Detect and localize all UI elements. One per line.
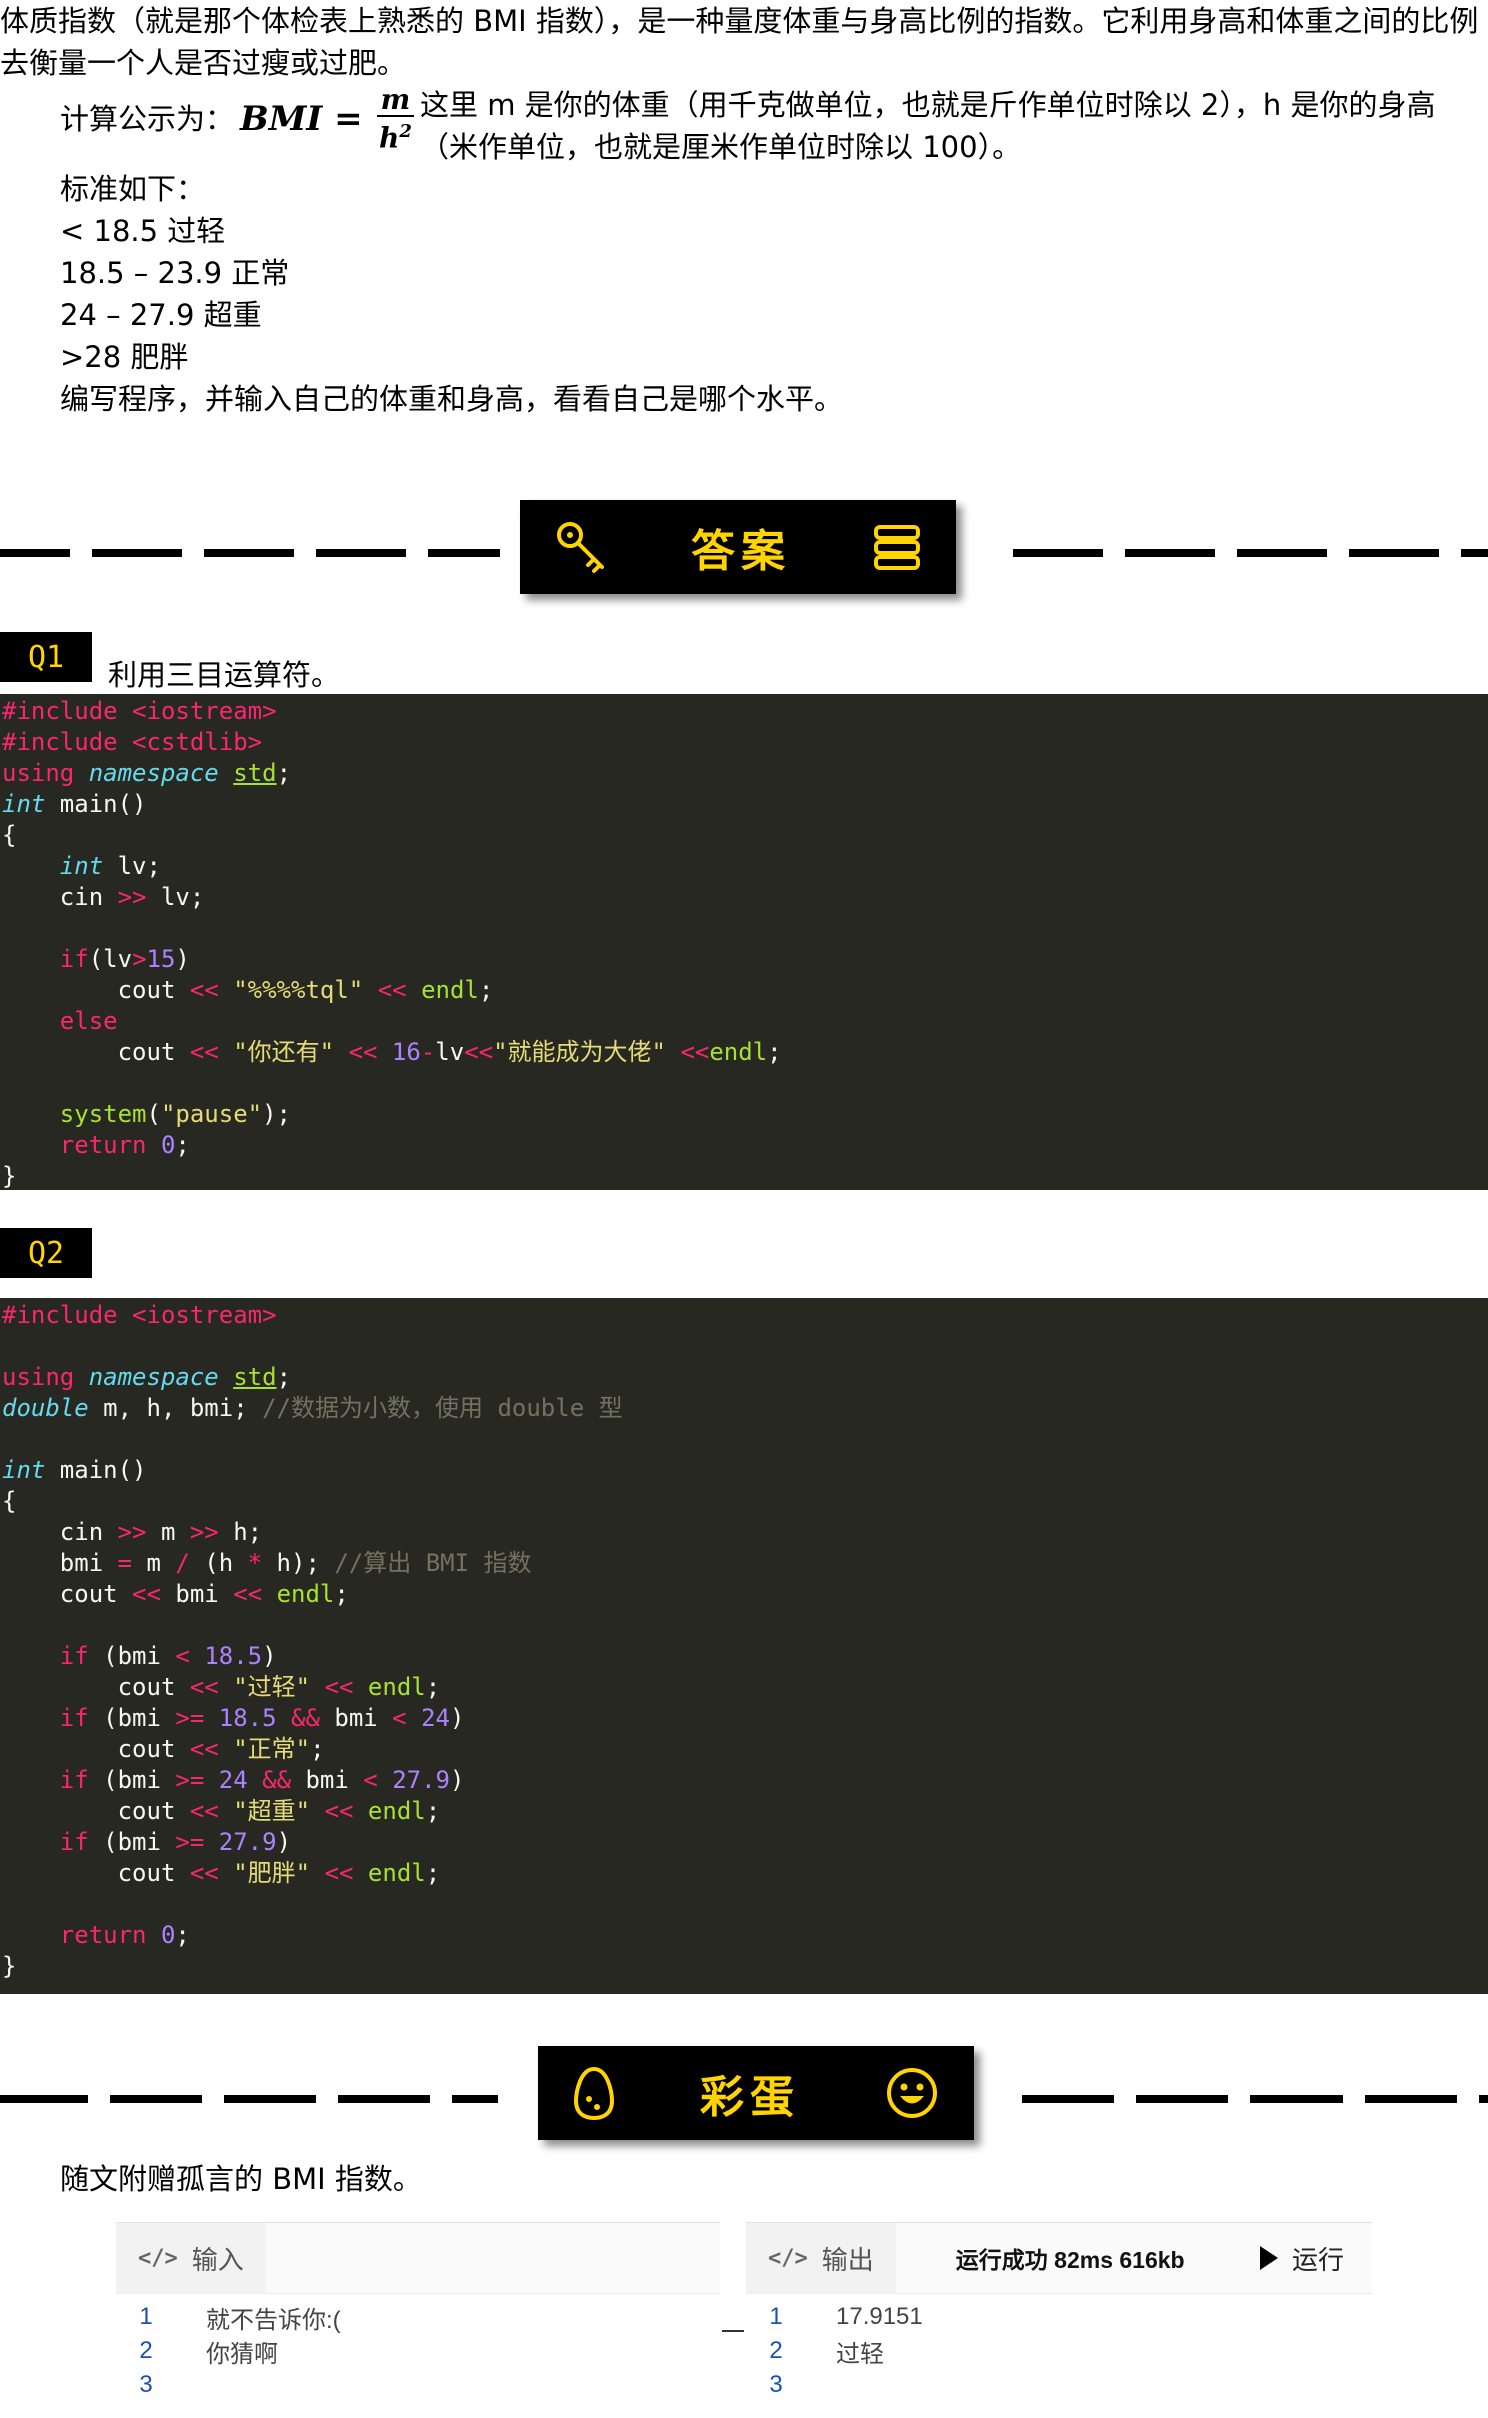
code-icon: </> (768, 2245, 808, 2271)
egg-divider: 彩蛋 (0, 2042, 1488, 2152)
input-panel: </> 输入 1 就不告诉你:(2 你猜啊 3 (116, 2222, 720, 2418)
key-icon (554, 519, 610, 575)
formula-fraction: m h2 (376, 84, 415, 155)
intro-section: 体质指数（就是那个体检表上熟悉的 BMI 指数），是一种量度体重与身高比例的指数… (0, 0, 1488, 420)
egg-banner: 彩蛋 (538, 2046, 974, 2140)
panel-row: 3 (769, 2371, 783, 2398)
panel-row: 3 (139, 2371, 153, 2398)
code-line: if (bmi >= 27.9) (59, 1828, 292, 1856)
tab-input[interactable]: </> 输入 (116, 2223, 266, 2293)
task-text: 编写程序，并输入自己的体重和身高，看看自己是哪个水平。 (60, 382, 844, 416)
tab-output[interactable]: </> 输出 (746, 2223, 896, 2293)
q1-code-block: #include <iostream> #include <cstdlib> usi… (0, 694, 1488, 1190)
code-line: cout << "肥胖" << endl; (2, 1859, 441, 1887)
output-panel: </> 输出 运行成功 82ms 616kb 运行 1 17.9151 2 过轻 3 (746, 2222, 1372, 2418)
answer-banner: 答案 (520, 500, 956, 594)
smiley-icon (884, 2065, 940, 2121)
panel-row: 1 17.9151 (769, 2303, 923, 2330)
standard-item: 18.5 – 23.9 正常 (60, 256, 290, 290)
code-line: cin >> lv; (2, 883, 205, 911)
q2-tag: Q2 (0, 1228, 92, 1278)
code-line: if(lv>15) (59, 945, 190, 973)
q1-tag: Q1 (0, 632, 92, 682)
egg-icon (572, 2065, 616, 2121)
code-line: using namespace std; (2, 759, 306, 787)
formula-prefix: 计算公示为： (60, 102, 235, 136)
panel-row: 2 你猜啊 (139, 2337, 278, 2368)
code-line: cout << "你还有" << 16-lv<<"就能成为大佬" <<endl; (2, 1038, 782, 1066)
output-lines: 1 17.9151 2 过轻 3 (746, 2294, 1372, 2402)
panel-row: 1 就不告诉你:( (139, 2303, 341, 2334)
formula-lhs: BMI = (240, 99, 363, 139)
code-line: #include <cstdlib> (2, 728, 263, 756)
code-line: } (2, 1162, 17, 1190)
play-icon (1259, 2246, 1278, 2270)
code-line: cout << "超重" << endl; (2, 1797, 441, 1825)
standard-title: 标准如下： (60, 172, 206, 206)
code-line: using namespace std; (2, 1363, 292, 1391)
code-line: int lv; (59, 852, 161, 880)
standard-item: >28 肥胖 (60, 340, 189, 374)
code-line: int main() (2, 790, 147, 818)
code-icon: </> (138, 2245, 178, 2271)
panel-splitter[interactable] (722, 2330, 744, 2332)
code-line: system("pause"); (59, 1100, 292, 1128)
code-line: else (59, 1007, 118, 1035)
egg-text: 随文附赠孤言的 BMI 指数。 (60, 2162, 422, 2196)
code-line: cout << "%%%%tql" << endl; (2, 976, 494, 1004)
code-line: { (2, 1487, 17, 1515)
intro-paragraph: 体质指数（就是那个体检表上熟悉的 BMI 指数），是一种量度体重与身高比例的指数… (0, 4, 1479, 80)
answer-divider: 答案 (0, 498, 1488, 608)
code-line: #include <iostream> (2, 697, 277, 725)
code-line: if (bmi >= 24 && bmi < 27.9) (59, 1766, 465, 1794)
code-line: #include <iostream> (2, 1301, 277, 1329)
q1-description: 利用三目运算符。 (108, 658, 341, 692)
code-line: cin >> m >> h; (2, 1518, 263, 1546)
code-line: } (2, 1952, 17, 1980)
formula-denominator: h2 (379, 120, 412, 155)
code-line: cout << bmi << endl; (2, 1580, 349, 1608)
stack-icon (872, 522, 922, 572)
input-lines[interactable]: 1 就不告诉你:(2 你猜啊 3 (116, 2294, 720, 2402)
code-line: return 0; (59, 1131, 190, 1159)
q2-code-block: #include <iostream> using namespace std;… (0, 1298, 1488, 1994)
code-line: int main() (2, 1456, 147, 1484)
panel-row: 2 过轻 (769, 2337, 884, 2368)
standard-item: 24 – 27.9 超重 (60, 298, 262, 332)
code-line: cout << "正常"; (2, 1735, 325, 1763)
egg-title: 彩蛋 (700, 2072, 800, 2123)
code-line: bmi = m / (h * h); //算出 BMI 指数 (2, 1549, 532, 1577)
answer-title: 答案 (691, 526, 791, 577)
run-status: 运行成功 82ms 616kb (955, 2247, 1185, 2273)
standard-item: < 18.5 过轻 (60, 214, 226, 248)
run-button[interactable]: 运行 (1259, 2240, 1344, 2277)
code-line: double m, h, bmi; //数据为小数，使用 double 型 (2, 1394, 623, 1422)
code-line: if (bmi < 18.5) (59, 1642, 277, 1670)
code-line: if (bmi >= 18.5 && bmi < 24) (59, 1704, 465, 1732)
code-line: { (2, 821, 17, 849)
code-line: return 0; (59, 1921, 190, 1949)
code-line: cout << "过轻" << endl; (2, 1673, 441, 1701)
formula-numerator: m (376, 84, 415, 117)
